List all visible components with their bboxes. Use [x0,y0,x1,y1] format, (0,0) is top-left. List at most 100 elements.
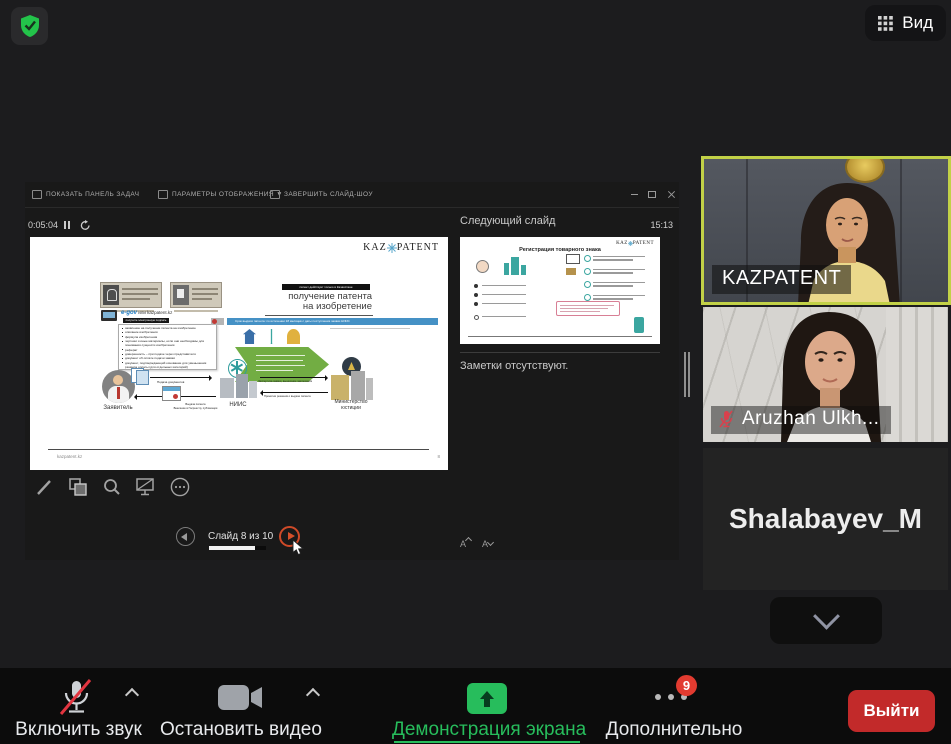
kazpatent-logo: KAZ PATENT [363,242,439,253]
lightbulb-icon [103,285,119,305]
ministry-building [331,357,373,400]
participant-name-tag: KAZPATENT [712,265,851,294]
increase-font-button[interactable]: A [460,539,470,549]
participant-tile-shalabayev[interactable]: Shalabayev_M [703,448,948,590]
pause-timer-button[interactable] [64,221,70,229]
display-options-icon [158,190,168,199]
mouse-cursor [292,539,305,556]
slide-counter: Слайд 8 из 10 [208,531,273,542]
security-button[interactable] [11,7,48,45]
next-slide-avatar [476,260,489,273]
next-slide-highlight-box [556,301,620,316]
document-icon [173,285,189,305]
restart-timer-button[interactable] [80,220,91,231]
ppt-display-options-button[interactable]: ПАРАМЕТРЫ ОТОБРАЖЕНИЯ ▼ [158,190,283,199]
view-button-label: Вид [902,13,933,33]
windmill-icon [265,329,278,344]
end-slideshow-icon [270,190,280,199]
next-slide-phone-icon [634,317,644,333]
next-slide-monitor-icon [566,254,580,264]
view-button[interactable]: Вид [865,5,946,41]
chevron-down-icon [813,603,840,630]
issue-label: Выдача патента Внесение в Госреестр, пуб… [168,403,223,410]
slide-info-box-idea [100,282,162,308]
current-time: 15:13 [650,220,673,230]
video-options-caret[interactable] [308,688,318,698]
slide-page-number: 8 [437,454,440,459]
see-all-slides-button[interactable] [67,476,89,498]
decision-label: Принятие решения о выдаче патента [264,395,330,398]
muted-mic-icon [719,410,734,429]
submit-label: Подача документов [157,380,184,384]
meeting-control-bar: Включить звук Остановить видео Демонстра… [0,668,951,744]
close-button[interactable] [664,188,678,200]
expertise-label: Экспертиза заявки, вынесение заключения [258,380,330,383]
next-slide-building-icon [504,257,526,275]
slide-caption-line [330,328,410,329]
expertise-arrow [260,377,326,378]
zoom-slide-button[interactable] [101,476,123,498]
minimize-button[interactable] [627,188,641,200]
ppt-annotation-tools [33,476,191,498]
more-slideshow-options-button[interactable] [169,476,191,498]
notes-font-buttons: A A [460,539,492,549]
ministry-label: Министерство юстиции [322,400,380,412]
collapse-participants-button[interactable] [770,597,882,644]
ppt-timer-row: 0:05:04 15:13 [28,220,676,234]
meeting-window: Вид ПОКАЗАТЬ ПАНЕЛЬ ЗАДАЧ ПАРАМЕТРЫ ОТОБ… [0,0,951,744]
niis-building [218,359,258,399]
previous-slide-button[interactable] [176,527,195,546]
current-slide: KAZ PATENT патент действует только в Каз… [30,237,448,470]
person-icon [287,329,300,344]
slide-icons-row [243,329,313,345]
prev-arrow-icon [181,533,187,541]
more-label: Дополнительно [599,719,749,741]
notification-badge: 9 [676,675,697,696]
pane-resize-handle[interactable] [684,352,691,397]
share-screen-label: Демонстрация экрана [392,719,582,741]
slide-title: получение патента на изобретение [288,292,372,313]
ppt-menubar: ПОКАЗАТЬ ПАНЕЛЬ ЗАДАЧ ПАРАМЕТРЫ ОТОБРАЖЕ… [25,182,679,208]
scales-icon [243,329,256,344]
decrease-font-button[interactable]: A [482,539,492,549]
ppt-end-slideshow-button[interactable]: ЗАВЕРШИТЬ СЛАЙД-ШОУ [270,190,373,199]
decision-arrow [262,392,328,393]
participant-name-tag: Aruzhan Ulkh... [711,406,891,434]
slide-title-underline [265,315,373,316]
leave-meeting-button[interactable]: Выйти [848,690,935,732]
documents-icon [131,368,149,383]
audio-options-caret[interactable] [127,688,137,698]
share-screen-icon [467,683,507,714]
slide-blue-bar: Срок выдачи патента: по истечении 18 мес… [227,318,438,325]
participant-tile-aruzhan[interactable]: Aruzhan Ulkh... [703,307,948,442]
ppt-show-taskbar-button[interactable]: ПОКАЗАТЬ ПАНЕЛЬ ЗАДАЧ [32,190,139,199]
egov-chip: получите электронную подпись [123,318,169,323]
slide-footer-line [48,449,429,450]
slide-info-box-document [170,282,222,308]
notes-text: Заметки отсутствуют. [460,360,568,372]
slide-footer-url: kazpatent.kz [57,454,82,459]
slide-flag-bar: патент действует только в Казахстане [282,284,370,290]
submit-arrow [150,377,210,378]
next-slide-footer-line [468,336,652,337]
next-slide-label: Следующий слайд [460,215,555,227]
camera-icon [218,684,264,712]
pen-tool-button[interactable] [33,476,55,498]
applicant-label: Заявитель [88,405,148,411]
notes-divider [460,352,660,353]
egov-caption: e-gov или kazpatent.kz [121,310,172,316]
slide-progress-bar [209,546,266,550]
mic-muted-icon [57,678,95,718]
participant-tile-kazpatent[interactable]: KAZPATENT [701,156,951,305]
presentation-timer: 0:05:04 [28,220,58,230]
deadline-clock-icon [211,318,224,325]
grid-view-icon [878,16,893,31]
shield-check-icon [19,14,41,38]
next-slide-thumbnail[interactable]: KAZ PATENT Регистрация товарного знака [460,237,660,344]
participant-name-text: Shalabayev_M [729,503,922,535]
slide-bullet-list: заявление на получение патента на изобре… [118,324,217,370]
black-screen-button[interactable] [135,476,157,498]
next-slide-title: Регистрация товарного знака [490,247,630,253]
computer-icon [101,310,117,321]
restore-button[interactable] [645,188,659,200]
